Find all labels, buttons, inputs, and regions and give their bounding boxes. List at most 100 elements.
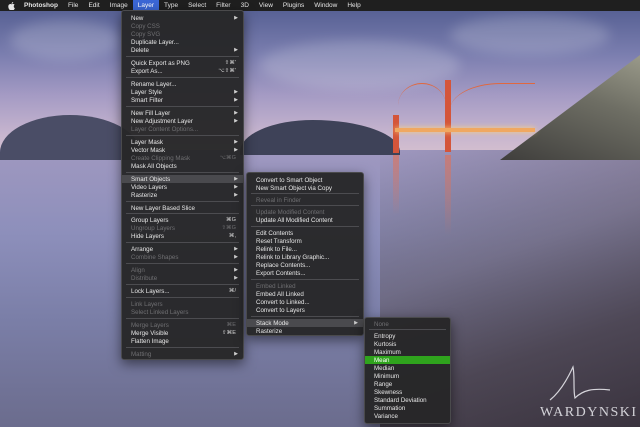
menu-item-ungroup-layers: Ungroup Layers ⇧⌘G	[122, 224, 243, 232]
menu-item-rasterize[interactable]: Rasterize	[247, 327, 363, 335]
menu-separator	[251, 193, 359, 194]
menubar-window[interactable]: Window	[309, 0, 342, 11]
menu-item-embed-linked: Embed Linked	[247, 282, 363, 290]
menu-separator	[369, 329, 446, 330]
menu-item-group-layers[interactable]: Group Layers ⌘G	[122, 216, 243, 224]
menubar-photoshop[interactable]: Photoshop	[19, 0, 63, 11]
menu-item-label: Merge Visible	[131, 329, 169, 337]
menu-item-reveal-in-finder: Reveal in Finder	[247, 196, 363, 204]
menu-item-label: New Adjustment Layer	[131, 117, 193, 125]
menu-item-mean[interactable]: Mean	[365, 356, 450, 364]
chevron-right-icon: ▶	[234, 147, 238, 153]
menu-item-label: Convert to Layers	[256, 306, 305, 314]
menu-item-label: Maximum	[374, 348, 401, 356]
menu-item-skewness[interactable]: Skewness	[365, 388, 450, 396]
menu-item-new-adjustment-layer[interactable]: New Adjustment Layer ▶	[122, 117, 243, 125]
menu-item-export-as[interactable]: Export As... ⌥⇧⌘'	[122, 67, 243, 75]
menu-item-flatten-image[interactable]: Flatten Image	[122, 337, 243, 345]
menu-item-label: Embed Linked	[256, 282, 296, 290]
menu-item-convert-to-smart-object[interactable]: Convert to Smart Object	[247, 176, 363, 184]
menu-item-label: Rename Layer...	[131, 80, 177, 88]
menu-item-layer-style[interactable]: Layer Style ▶	[122, 88, 243, 96]
menu-item-label: Layer Mask	[131, 138, 163, 146]
menu-item-new-layer-based-slice[interactable]: New Layer Based Slice	[122, 204, 243, 212]
menu-item-select-linked-layers: Select Linked Layers	[122, 308, 243, 316]
menu-item-stack-mode[interactable]: Stack Mode ▶	[247, 319, 363, 327]
layer-menu: New ▶ Copy CSS Copy SVG Duplicate Layer... De…	[121, 10, 244, 360]
menu-item-hide-layers[interactable]: Hide Layers ⌘,	[122, 232, 243, 240]
shortcut-label: ⌥⇧⌘'	[218, 68, 236, 74]
chevron-right-icon: ▶	[234, 97, 238, 103]
menubar-plugins[interactable]: Plugins	[278, 0, 309, 11]
menu-item-new-smart-object-via-copy[interactable]: New Smart Object via Copy	[247, 184, 363, 192]
shortcut-label: ⇧⌘E	[221, 330, 236, 336]
menu-item-delete[interactable]: Delete ▶	[122, 46, 243, 54]
menu-item-label: None	[374, 320, 389, 328]
menu-separator	[251, 279, 359, 280]
menu-item-smart-filter[interactable]: Smart Filter ▶	[122, 96, 243, 104]
menu-item-convert-to-linked[interactable]: Convert to Linked...	[247, 298, 363, 306]
menu-item-merge-visible[interactable]: Merge Visible ⇧⌘E	[122, 329, 243, 337]
shortcut-label: ⇧⌘G	[221, 225, 236, 231]
menu-item-edit-contents[interactable]: Edit Contents	[247, 229, 363, 237]
menu-item-new[interactable]: New ▶	[122, 14, 243, 22]
menu-item-mask-all-objects[interactable]: Mask All Objects	[122, 162, 243, 170]
chevron-right-icon: ▶	[234, 89, 238, 95]
menu-item-relink-to-file[interactable]: Relink to File...	[247, 245, 363, 253]
menu-item-update-all-modified-content[interactable]: Update All Modified Content	[247, 216, 363, 224]
apple-icon[interactable]	[8, 1, 15, 10]
menu-separator	[126, 242, 239, 243]
menu-item-video-layers[interactable]: Video Layers ▶	[122, 183, 243, 191]
stack-mode-submenu: None Entropy Kurtosis Maximum Mean Median Mini…	[364, 317, 451, 424]
menu-item-label: Mask All Objects	[131, 162, 177, 170]
menu-separator	[126, 213, 239, 214]
menu-item-summation[interactable]: Summation	[365, 404, 450, 412]
menubar-view[interactable]: View	[254, 0, 278, 11]
menu-item-arrange[interactable]: Arrange ▶	[122, 245, 243, 253]
menu-separator	[251, 226, 359, 227]
menu-item-rename-layer[interactable]: Rename Layer...	[122, 80, 243, 88]
menu-item-new-fill-layer[interactable]: New Fill Layer ▶	[122, 109, 243, 117]
menu-item-lock-layers[interactable]: Lock Layers... ⌘/	[122, 287, 243, 295]
menu-item-copy-svg: Copy SVG	[122, 30, 243, 38]
shortcut-label: ⌘E	[226, 322, 236, 328]
menu-item-variance[interactable]: Variance	[365, 412, 450, 420]
menu-item-link-layers: Link Layers	[122, 300, 243, 308]
menu-item-label: Duplicate Layer...	[131, 38, 179, 46]
menu-item-create-clipping-mask: Create Clipping Mask ⌥⌘G	[122, 154, 243, 162]
menu-item-vector-mask[interactable]: Vector Mask ▶	[122, 146, 243, 154]
menu-item-export-contents[interactable]: Export Contents...	[247, 269, 363, 277]
menubar-help[interactable]: Help	[342, 0, 365, 11]
menu-item-label: Embed All Linked	[256, 290, 304, 298]
menubar-edit[interactable]: Edit	[83, 0, 104, 11]
menu-item-standard-deviation[interactable]: Standard Deviation	[365, 396, 450, 404]
shortcut-label: ⌘,	[228, 233, 236, 239]
chevron-right-icon: ▶	[234, 254, 238, 260]
menubar-file[interactable]: File	[63, 0, 83, 11]
menu-item-maximum[interactable]: Maximum	[365, 348, 450, 356]
menu-item-rasterize[interactable]: Rasterize ▶	[122, 191, 243, 199]
menu-item-minimum[interactable]: Minimum	[365, 372, 450, 380]
menu-item-range[interactable]: Range	[365, 380, 450, 388]
menu-item-label: Vector Mask	[131, 146, 166, 154]
menu-separator	[251, 316, 359, 317]
menu-item-replace-contents[interactable]: Replace Contents...	[247, 261, 363, 269]
menu-item-label: Delete	[131, 46, 149, 54]
menu-item-kurtosis[interactable]: Kurtosis	[365, 340, 450, 348]
menu-item-embed-all-linked[interactable]: Embed All Linked	[247, 290, 363, 298]
menu-item-label: Rasterize	[256, 327, 283, 335]
menu-item-entropy[interactable]: Entropy	[365, 332, 450, 340]
menu-item-layer-mask[interactable]: Layer Mask ▶	[122, 138, 243, 146]
menu-item-reset-transform[interactable]: Reset Transform	[247, 237, 363, 245]
menu-item-quick-export-as-png[interactable]: Quick Export as PNG ⇧⌘'	[122, 59, 243, 67]
menu-item-label: Hide Layers	[131, 232, 165, 240]
menu-item-label: Standard Deviation	[374, 396, 427, 404]
menu-item-duplicate-layer[interactable]: Duplicate Layer...	[122, 38, 243, 46]
menu-item-matting: Matting ▶	[122, 350, 243, 358]
menu-item-median[interactable]: Median	[365, 364, 450, 372]
menu-item-smart-objects[interactable]: Smart Objects ▶	[122, 175, 243, 183]
menu-separator	[126, 77, 239, 78]
menu-item-label: Range	[374, 380, 393, 388]
menu-item-relink-to-library-graphic[interactable]: Relink to Library Graphic...	[247, 253, 363, 261]
menu-item-convert-to-layers[interactable]: Convert to Layers	[247, 306, 363, 314]
